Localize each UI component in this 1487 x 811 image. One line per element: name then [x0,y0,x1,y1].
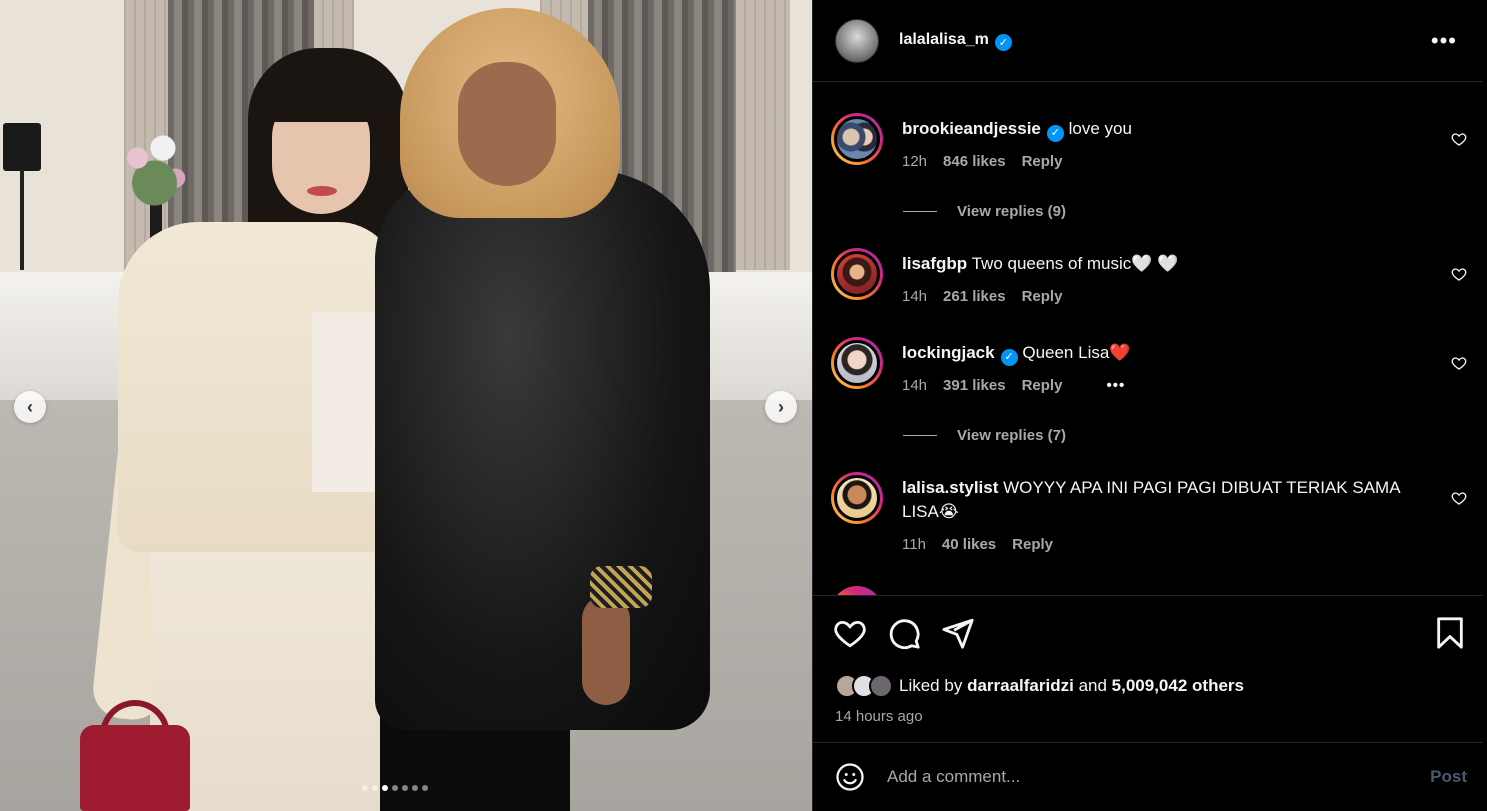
carousel-dot [392,785,398,791]
comment-likes[interactable]: 40 likes [942,536,996,553]
person-right-jacket [375,170,710,730]
comments-list[interactable]: brookieandjessie ✓ love you 12h 846 likes… [813,83,1483,595]
reply-button[interactable]: Reply [1022,288,1063,305]
heart-icon[interactable] [1451,266,1467,282]
comment-text-block: lockingjack ✓ Queen Lisa❤️ [902,341,1442,366]
liked-by-joiner: and [1078,676,1107,695]
commenter-avatar[interactable] [831,586,883,595]
reply-button[interactable]: Reply [1012,536,1053,553]
comment-time: 11h [902,536,926,553]
post-timestamp[interactable]: 14 hours ago [835,708,923,725]
verified-badge-icon: ✓ [1000,348,1018,366]
carousel-dot [372,785,378,791]
carousel-dot [412,785,418,791]
comment-likes[interactable]: 391 likes [943,377,1006,394]
verified-badge-icon: ✓ [1046,124,1064,142]
prev-photo-button[interactable]: ‹ [14,391,46,423]
carousel-indicator [362,785,428,791]
person-right-face [458,62,556,186]
comment-text-block: lalisa.stylist WOYYY APA INI PAGI PAGI D… [902,476,1422,524]
comment-input[interactable] [887,767,1397,787]
speaker [3,123,41,171]
view-replies-button[interactable]: View replies (7) [903,427,1066,444]
verified-badge-icon: ✓ [994,33,1012,51]
emoji-icon[interactable] [835,762,865,792]
comment-text-block: lisafgbp Two queens of music🤍 🤍 [902,252,1442,276]
send-icon[interactable] [941,616,975,650]
speaker-stand [20,170,24,270]
comment-meta: 14h 261 likes Reply [902,288,1062,305]
reply-button[interactable]: Reply [1022,153,1063,170]
bookmark-icon[interactable] [1433,616,1467,650]
reply-button[interactable]: Reply [1022,377,1063,394]
commenter-username[interactable]: brookieandjessie [902,119,1041,138]
comment-text: Two queens of music🤍 🤍 [971,254,1179,273]
comment-meta: 12h 846 likes Reply [902,153,1062,170]
liked-by-label: Liked by [899,676,963,695]
comment-composer: Post [813,742,1483,811]
post-header: lalalalisa_m ✓ ••• [813,0,1483,82]
more-options-icon[interactable]: ••• [1431,28,1457,54]
heart-icon[interactable] [1451,490,1467,506]
comment-likes[interactable]: 261 likes [943,288,1006,305]
author-username[interactable]: lalalalisa_m ✓ [899,31,1012,51]
carousel-dot [422,785,428,791]
likes-count[interactable]: 5,009,042 others [1112,676,1244,696]
comment-text-block: brookieandjessie ✓ love you [902,117,1442,142]
chevron-left-icon: ‹ [27,396,33,417]
commenter-avatar[interactable] [831,113,883,165]
divider-line [903,211,937,212]
author-avatar[interactable] [835,18,879,63]
likes-summary[interactable]: Liked by darraalfaridzi and 5,009,042 ot… [835,674,1244,698]
person-left-lips [307,186,337,196]
carousel-dot [402,785,408,791]
post-sidebar: lalalalisa_m ✓ ••• brookieandjessie ✓ love… [812,0,1487,811]
commenter-avatar[interactable] [831,337,883,389]
carousel-dot [362,785,368,791]
commenter-avatar[interactable] [831,472,883,524]
commenter-username[interactable]: lalisa.stylist [902,478,998,497]
carousel-dot-active [382,785,388,791]
divider-line [903,435,937,436]
heart-icon[interactable] [1451,355,1467,371]
avatar [869,674,893,698]
heart-icon[interactable] [1451,131,1467,147]
commenter-username[interactable]: lockingjack [902,343,995,362]
post-button[interactable]: Post [1430,767,1467,787]
commenter-avatar[interactable] [831,248,883,300]
comment-time: 14h [902,288,928,305]
post-actions: Liked by darraalfaridzi and 5,009,042 ot… [813,595,1483,742]
heart-icon[interactable] [833,616,867,650]
next-photo-button[interactable]: › [765,391,797,423]
comment-time: 14h [902,377,928,394]
comment-text: Queen Lisa❤️ [1022,343,1131,362]
comment-meta: 14h 391 likes Reply ••• [902,377,1125,394]
chevron-right-icon: › [778,396,784,417]
comment-meta: 11h 40 likes Reply [902,536,1053,553]
wall-panel [734,0,790,270]
comment-icon[interactable] [887,616,921,650]
liked-by-username[interactable]: darraalfaridzi [967,676,1074,696]
bracelet [590,566,652,608]
comment-time: 12h [902,153,928,170]
view-replies-button[interactable]: View replies (9) [903,203,1066,220]
handbag [80,725,190,811]
comment-more-icon[interactable]: ••• [1106,377,1125,394]
person-right-hand [582,595,630,705]
liked-by-avatars [835,674,893,698]
comment-text: love you [1068,119,1132,138]
commenter-username[interactable]: lisafgbp [902,254,967,273]
flower-arrangement [112,118,197,218]
comment-likes[interactable]: 846 likes [943,153,1006,170]
post-photo[interactable]: ‹ › [0,0,812,811]
